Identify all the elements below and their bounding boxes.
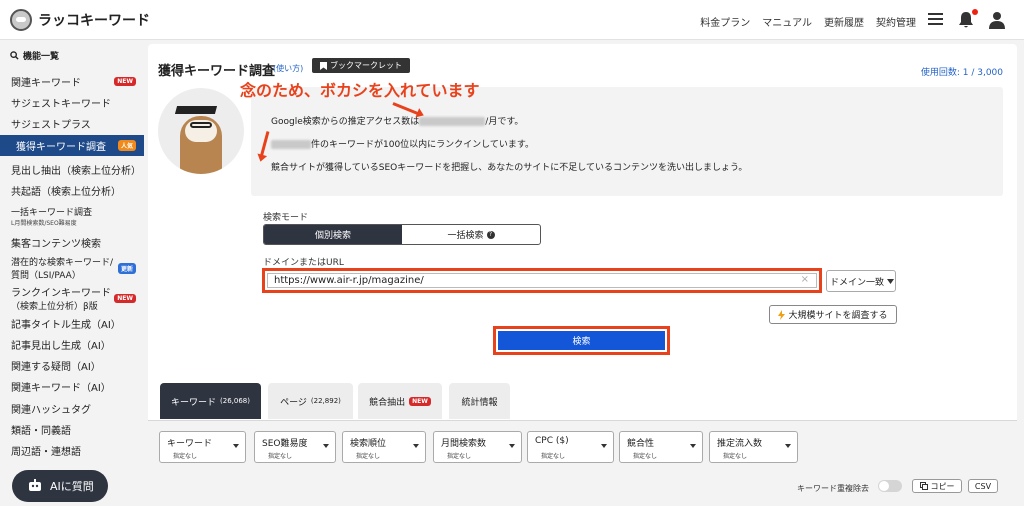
caret-down-icon [887, 278, 895, 284]
sidebar-heading: 機能一覧 [10, 49, 59, 62]
filter-cpc[interactable]: CPC ($) 指定なし [527, 431, 614, 463]
sidebar-item-hashtags[interactable]: 関連ハッシュタグ [0, 400, 144, 416]
top-bar: ラッコキーワード 料金プラン マニュアル 更新履歴 契約管理 [0, 0, 1024, 40]
sidebar-item-rank-in-keywords[interactable]: ランクインキーワード （検索上位分析）β版 NEW [0, 285, 144, 312]
help-icon: ? [486, 230, 495, 239]
sidebar-item-ai-questions[interactable]: 関連する疑問（AI） [0, 357, 144, 373]
notification-dot [972, 9, 978, 15]
filter-competition[interactable]: 競合性 指定なし [619, 431, 703, 463]
sidebar-item-suggest-plus[interactable]: サジェストプラス [0, 115, 144, 131]
match-type-select[interactable]: ドメイン一致 [826, 270, 896, 292]
usage-count: 使用回数: 1 / 3,000 [920, 68, 1003, 78]
sidebar-item-ai-related[interactable]: 関連キーワード（AI） [0, 378, 144, 394]
tab-keywords[interactable]: キーワード (26,068) [160, 383, 261, 419]
bookmark-icon [320, 61, 327, 70]
url-highlight: × [262, 268, 822, 293]
ai-question-button[interactable]: AIに質問 [12, 470, 108, 502]
sidebar-item-bulk-keyword[interactable]: 一括キーワード調査 L月間検索数/SEO難易度 [0, 204, 144, 228]
nav-pricing[interactable]: 料金プラン [700, 14, 750, 29]
filter-monthly-volume[interactable]: 月間検索数 指定なし [433, 431, 522, 463]
tab-pages[interactable]: ページ (22,892) [268, 383, 353, 419]
sidebar-item-cooccurrence[interactable]: 共起語（検索上位分析） [0, 182, 144, 198]
howto-link[interactable]: (使い方) [273, 63, 303, 74]
update-badge: 更新 [117, 262, 136, 274]
sidebar-item-related-keywords[interactable]: 関連キーワード NEW [0, 73, 144, 89]
mascot-avatar [158, 88, 244, 174]
search-icon [10, 51, 19, 60]
bell-icon[interactable] [958, 9, 978, 29]
main-card: 獲得キーワード調査 (使い方) ブックマークレット 使用回数: 1 / 3,00… [148, 44, 1017, 506]
caret-down-icon [601, 444, 607, 448]
caret-down-icon [323, 444, 329, 448]
caret-down-icon [690, 444, 696, 448]
blurred-value [419, 117, 486, 126]
search-button[interactable]: 検索 [498, 331, 665, 350]
sidebar: 機能一覧 関連キーワード NEW サジェストキーワード サジェストプラス 獲得キー… [0, 41, 144, 506]
caret-down-icon [509, 444, 515, 448]
filter-keyword[interactable]: キーワード 指定なし [159, 431, 246, 463]
tab-stats[interactable]: 統計情報 [449, 383, 510, 419]
mode-label: 検索モード [263, 213, 309, 223]
result-tabs: キーワード (26,068) ページ (22,892) 競合抽出 NEW 統計情報 [148, 383, 1017, 423]
mode-single-button[interactable]: 個別検索 [264, 225, 402, 244]
copy-button[interactable]: コピー [912, 479, 962, 493]
filters-area: キーワード 指定なし SEO難易度 指定なし 検索順位 指定なし 月間検索数 指定なし … [148, 421, 1017, 506]
nav-changelog[interactable]: 更新履歴 [824, 14, 864, 29]
sidebar-item-ai-title[interactable]: 記事タイトル生成（AI） [0, 315, 144, 331]
sidebar-item-associations[interactable]: 周辺語・連想語 [0, 442, 144, 458]
new-badge: NEW [114, 293, 136, 303]
otter-logo-icon [10, 9, 32, 31]
menu-icon[interactable] [928, 11, 946, 29]
clear-icon[interactable]: × [801, 274, 809, 285]
tab-competitors[interactable]: 競合抽出 NEW [358, 383, 442, 419]
search-mode-toggle: 個別検索 一括検索? [263, 224, 541, 245]
search-highlight: 検索 [493, 326, 670, 355]
lightning-icon [778, 309, 786, 320]
popular-badge: 人気 [117, 140, 136, 151]
info-panel: Google検索からの推定アクセス数は/月です。 件のキーワードが100位以内に… [251, 87, 1003, 196]
nav-contract[interactable]: 契約管理 [876, 14, 916, 29]
annotation-text: 念のため、ボカシを入れています [240, 81, 480, 100]
new-badge: NEW [114, 76, 136, 86]
nav-manual[interactable]: マニュアル [762, 14, 812, 29]
bookmarklet-button[interactable]: ブックマークレット [312, 58, 410, 73]
dedupe-toggle[interactable] [878, 480, 902, 492]
filter-seo-difficulty[interactable]: SEO難易度 指定なし [254, 431, 336, 463]
user-icon[interactable] [988, 11, 1006, 29]
mode-bulk-button[interactable]: 一括検索? [402, 225, 540, 244]
blurred-value [271, 140, 311, 149]
sidebar-item-synonyms[interactable]: 類語・同義語 [0, 421, 144, 437]
top-nav: 料金プラン マニュアル 更新履歴 契約管理 [700, 14, 916, 29]
sidebar-item-ai-heading[interactable]: 記事見出し生成（AI） [0, 336, 144, 352]
sidebar-item-lsi-paa[interactable]: 潜在的な検索キーワード/質問（LSI/PAA） 更新 [0, 255, 144, 281]
caret-down-icon [233, 444, 239, 448]
caret-down-icon [785, 444, 791, 448]
csv-button[interactable]: CSV [968, 479, 998, 493]
logo[interactable]: ラッコキーワード [10, 9, 150, 31]
filter-rank[interactable]: 検索順位 指定なし [342, 431, 426, 463]
large-site-button[interactable]: 大規模サイトを調査する [769, 305, 897, 324]
robot-icon [29, 479, 41, 491]
copy-icon [919, 482, 928, 490]
sidebar-item-content-search[interactable]: 集客コンテンツ検索 [0, 234, 144, 250]
new-badge: NEW [409, 396, 431, 406]
url-input[interactable] [267, 273, 817, 288]
domain-label: ドメインまたはURL [263, 258, 344, 268]
sidebar-item-acquired-keywords[interactable]: 獲得キーワード調査 人気 [0, 135, 144, 156]
dedupe-label: キーワード重複除去 [797, 484, 869, 493]
sidebar-item-heading-extract[interactable]: 見出し抽出（検索上位分析） [0, 161, 144, 177]
caret-down-icon [413, 444, 419, 448]
logo-text: ラッコキーワード [38, 13, 150, 29]
filter-estimated-traffic[interactable]: 推定流入数 指定なし [709, 431, 798, 463]
sidebar-item-suggest-keywords[interactable]: サジェストキーワード [0, 94, 144, 110]
